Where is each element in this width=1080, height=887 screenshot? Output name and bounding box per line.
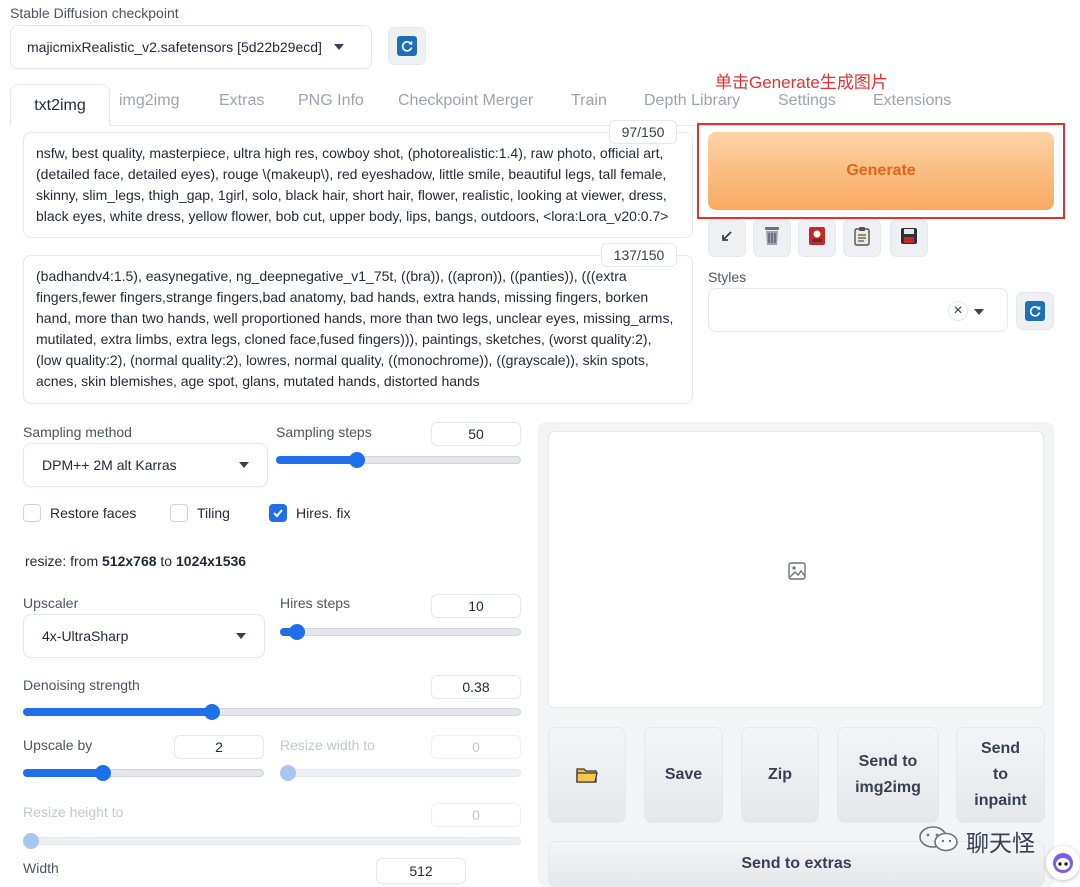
- sampling-steps-slider[interactable]: [276, 452, 521, 468]
- denoising-strength-label: Denoising strength: [23, 677, 140, 693]
- slider-handle[interactable]: [280, 765, 296, 781]
- negative-prompt-textarea[interactable]: (badhandv4:1.5), easynegative, ng_deepne…: [23, 255, 693, 404]
- hires-steps-label: Hires steps: [280, 595, 351, 611]
- resize-height-input[interactable]: 0: [431, 803, 521, 827]
- resize-info: resize: from 512x768 to 1024x1536: [25, 553, 246, 569]
- save-style-button[interactable]: [890, 219, 928, 257]
- resize-info-mid: to: [156, 553, 176, 569]
- chevron-down-icon: [239, 462, 249, 468]
- send-to-inpaint-button[interactable]: Send to inpaint: [956, 727, 1045, 823]
- save-icon: [900, 227, 918, 250]
- annotation-highlight-box: [697, 123, 1065, 219]
- tiling-checkbox[interactable]: [170, 504, 188, 522]
- sampling-method-label: Sampling method: [23, 424, 132, 440]
- slider-handle[interactable]: [204, 704, 221, 720]
- upscaler-value: 4x-UltraSharp: [42, 628, 129, 644]
- upscaler-select[interactable]: 4x-UltraSharp: [23, 614, 265, 658]
- check-icon: [273, 509, 283, 518]
- save-button[interactable]: Save: [644, 727, 723, 823]
- refresh-icon: [1025, 301, 1045, 321]
- apply-styles-button[interactable]: [843, 219, 881, 257]
- wechat-logo: [918, 824, 960, 857]
- tab-txt2img[interactable]: txt2img: [10, 84, 110, 126]
- restore-faces-label: Restore faces: [50, 505, 137, 521]
- checkpoint-label: Stable Diffusion checkpoint: [10, 5, 179, 21]
- tab-depth-library[interactable]: Depth Library: [644, 92, 740, 110]
- arrow-icon: [719, 228, 735, 249]
- sampling-method-select[interactable]: DPM++ 2M alt Karras: [23, 443, 268, 487]
- extra-networks-button[interactable]: [798, 219, 836, 257]
- resize-info-prefix: resize: from: [25, 553, 103, 569]
- refresh-icon: [397, 36, 417, 56]
- annotation-text: 单击Generate生成图片: [715, 73, 888, 92]
- restore-faces-checkbox[interactable]: [23, 504, 41, 522]
- refresh-checkpoint-button[interactable]: [388, 27, 426, 65]
- resize-width-slider[interactable]: [280, 765, 521, 781]
- chevron-down-icon: [333, 44, 344, 50]
- slider-handle[interactable]: [348, 452, 365, 468]
- styles-clear-button[interactable]: ×: [948, 301, 968, 321]
- hires-fix-label: Hires. fix: [296, 505, 351, 521]
- send-to-img2img-button[interactable]: Send to img2img: [837, 727, 939, 823]
- tab-extras[interactable]: Extras: [219, 92, 264, 110]
- image-gallery: [548, 431, 1044, 708]
- read-params-button[interactable]: [708, 219, 746, 257]
- tab-extensions[interactable]: Extensions: [873, 92, 951, 110]
- checkpoint-value: majicmixRealistic_v2.safetensors [5d22b2…: [27, 39, 322, 55]
- upscaler-label: Upscaler: [23, 595, 79, 611]
- tab-settings[interactable]: Settings: [778, 92, 836, 110]
- slider-handle[interactable]: [94, 765, 111, 781]
- prompt-token-counter: 97/150: [609, 120, 677, 144]
- resize-width-input[interactable]: 0: [431, 735, 521, 759]
- image-placeholder-icon: [788, 562, 806, 580]
- zip-button[interactable]: Zip: [741, 727, 819, 823]
- resize-from: 512x768: [102, 553, 157, 569]
- upscale-by-input[interactable]: 2: [174, 735, 264, 759]
- hires-steps-slider[interactable]: [280, 624, 521, 640]
- resize-height-slider[interactable]: [23, 833, 521, 849]
- tab-checkpoint-merger[interactable]: Checkpoint Merger: [398, 92, 533, 110]
- folder-icon: [576, 768, 598, 783]
- sampling-steps-input[interactable]: 50: [431, 422, 521, 446]
- slider-handle[interactable]: [23, 833, 39, 849]
- slider-handle[interactable]: [288, 624, 305, 640]
- chat-bot-icon: [1053, 853, 1073, 873]
- sampling-steps-label: Sampling steps: [276, 424, 372, 440]
- resize-width-label: Resize width to: [280, 737, 375, 753]
- trash-icon: [762, 225, 782, 252]
- refresh-styles-button[interactable]: [1016, 292, 1054, 330]
- width-label: Width: [23, 860, 59, 876]
- denoising-strength-input[interactable]: 0.38: [431, 675, 521, 699]
- tab-png-info[interactable]: PNG Info: [298, 92, 364, 110]
- denoising-strength-slider[interactable]: [23, 704, 521, 720]
- clear-prompt-button[interactable]: [753, 219, 791, 257]
- assistant-bubble-button[interactable]: [1046, 846, 1080, 880]
- prompt-textarea[interactable]: nsfw, best quality, masterpiece, ultra h…: [23, 132, 693, 238]
- tab-train[interactable]: Train: [571, 92, 607, 110]
- watermark-text: 聊天怪: [966, 831, 1035, 857]
- tiling-label: Tiling: [197, 505, 230, 521]
- chevron-down-icon: [236, 633, 246, 639]
- negative-prompt-token-counter: 137/150: [601, 243, 677, 267]
- upscale-by-slider[interactable]: [23, 765, 264, 781]
- tab-img2img[interactable]: img2img: [119, 92, 179, 110]
- clipboard-icon: [854, 226, 870, 251]
- width-input[interactable]: 512: [376, 858, 466, 884]
- styles-label: Styles: [708, 269, 747, 285]
- resize-to: 1024x1536: [176, 553, 247, 569]
- hires-steps-input[interactable]: 10: [431, 594, 521, 618]
- resize-height-label: Resize height to: [23, 804, 124, 820]
- red-card-icon: [808, 226, 826, 251]
- sampling-method-value: DPM++ 2M alt Karras: [42, 457, 177, 473]
- checkpoint-select[interactable]: majicmixRealistic_v2.safetensors [5d22b2…: [10, 25, 372, 69]
- chevron-down-icon: [974, 309, 984, 315]
- upscale-by-label: Upscale by: [23, 737, 93, 753]
- open-folder-button[interactable]: [548, 727, 626, 823]
- hires-fix-checkbox[interactable]: [269, 504, 287, 522]
